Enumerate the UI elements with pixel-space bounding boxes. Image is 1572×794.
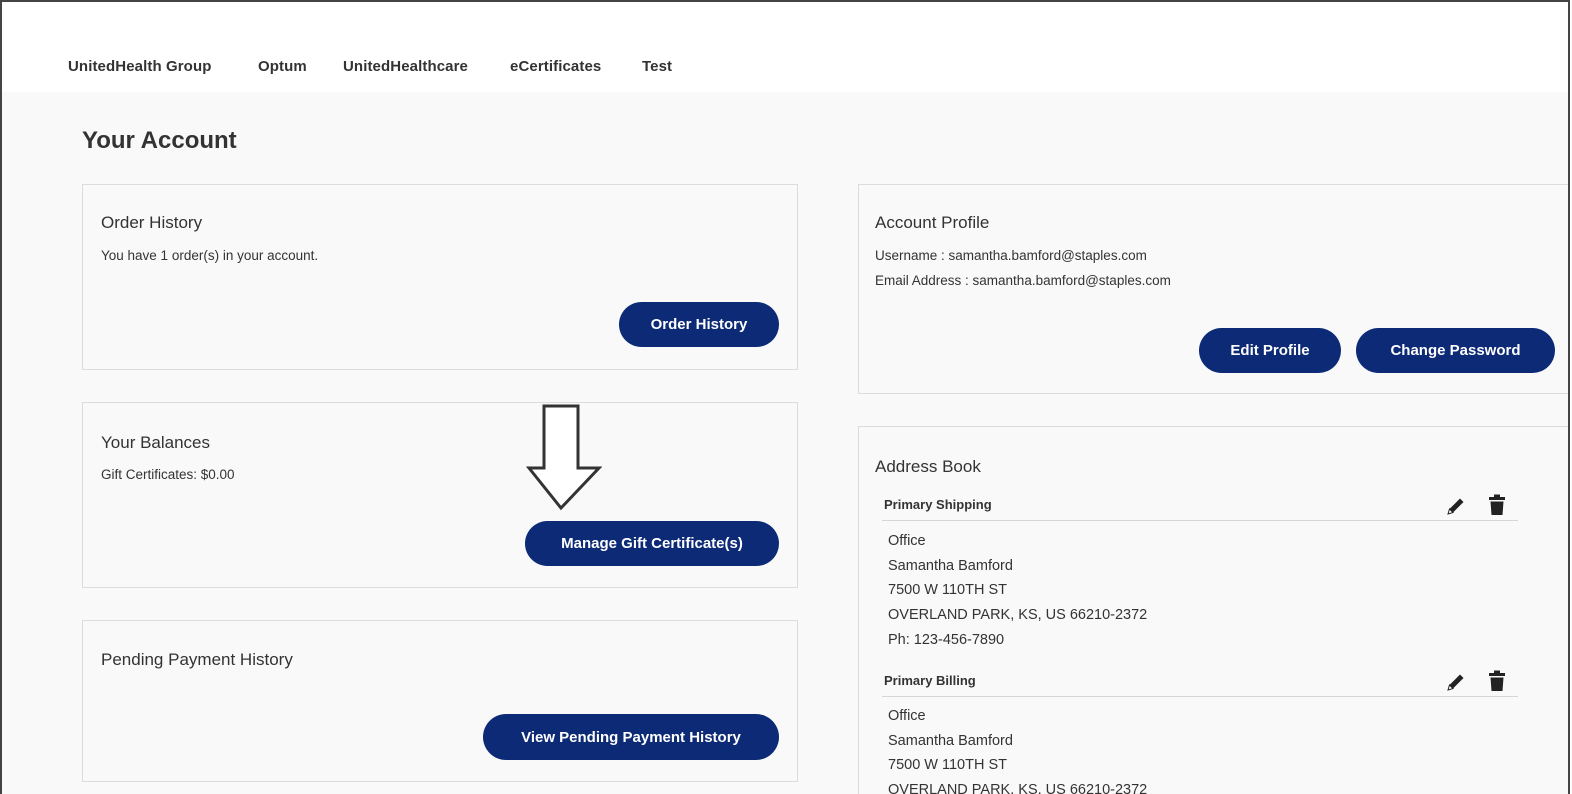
address-line: 7500 W 110TH ST xyxy=(888,757,1008,773)
address-line: Office xyxy=(888,533,926,549)
change-password-button[interactable]: Change Password xyxy=(1356,328,1555,373)
address-line: Office xyxy=(888,708,926,724)
address-line: Samantha Bamford xyxy=(888,733,1013,749)
address-book-title: Address Book xyxy=(875,457,981,476)
account-profile-card: Account Profile Username : samantha.bamf… xyxy=(858,184,1568,394)
pending-payment-card: Pending Payment History View Pending Pay… xyxy=(82,620,798,782)
nav-link-test[interactable]: Test xyxy=(642,58,672,75)
pending-payment-title: Pending Payment History xyxy=(101,650,293,669)
address-line: OVERLAND PARK, KS, US 66210-2372 xyxy=(888,782,1148,794)
address-line: Ph: 123-456-7890 xyxy=(888,632,1005,648)
order-history-button[interactable]: Order History xyxy=(619,302,779,347)
nav-link-ecertificates[interactable]: eCertificates xyxy=(510,58,601,75)
page-title: Your Account xyxy=(82,127,237,154)
nav-link-unitedhealth-group[interactable]: UnitedHealth Group xyxy=(68,58,211,75)
view-pending-payment-history-button[interactable]: View Pending Payment History xyxy=(483,714,779,760)
order-count-text: You have 1 order(s) in your account. xyxy=(101,248,319,263)
address-type-label: Primary Shipping xyxy=(884,497,992,512)
pencil-icon[interactable] xyxy=(1444,494,1466,518)
trash-icon[interactable] xyxy=(1486,669,1508,693)
email-text: Email Address : samantha.bamford@staples… xyxy=(875,273,1171,288)
balances-card: Your Balances Gift Certificates: $0.00 M… xyxy=(82,402,798,588)
balances-title: Your Balances xyxy=(101,433,211,452)
edit-profile-button[interactable]: Edit Profile xyxy=(1199,328,1341,373)
nav-link-optum[interactable]: Optum xyxy=(258,58,307,75)
nav-link-unitedhealthcare[interactable]: UnitedHealthcare xyxy=(343,58,468,75)
address-entry-header: Primary Shipping xyxy=(882,492,1518,521)
pencil-icon[interactable] xyxy=(1444,670,1466,694)
manage-gift-certificates-button[interactable]: Manage Gift Certificate(s) xyxy=(525,521,779,566)
address-line: 7500 W 110TH ST xyxy=(888,582,1008,598)
top-navigation: UnitedHealth Group Optum UnitedHealthcar… xyxy=(2,2,1568,92)
account-content: Your Account Order History You have 1 or… xyxy=(2,92,1568,794)
account-profile-title: Account Profile xyxy=(875,213,990,232)
trash-icon[interactable] xyxy=(1486,493,1508,517)
gift-certificate-balance: Gift Certificates: $0.00 xyxy=(101,467,235,482)
order-history-title: Order History xyxy=(101,213,203,232)
address-entry-header: Primary Billing xyxy=(882,668,1518,697)
address-line: OVERLAND PARK, KS, US 66210-2372 xyxy=(888,607,1148,623)
address-line: Samantha Bamford xyxy=(888,558,1013,574)
address-type-label: Primary Billing xyxy=(884,673,976,688)
username-text: Username : samantha.bamford@staples.com xyxy=(875,248,1147,263)
browser-frame: UnitedHealth Group Optum UnitedHealthcar… xyxy=(0,0,1570,794)
down-arrow-icon xyxy=(526,404,602,511)
order-history-card: Order History You have 1 order(s) in you… xyxy=(82,184,798,370)
